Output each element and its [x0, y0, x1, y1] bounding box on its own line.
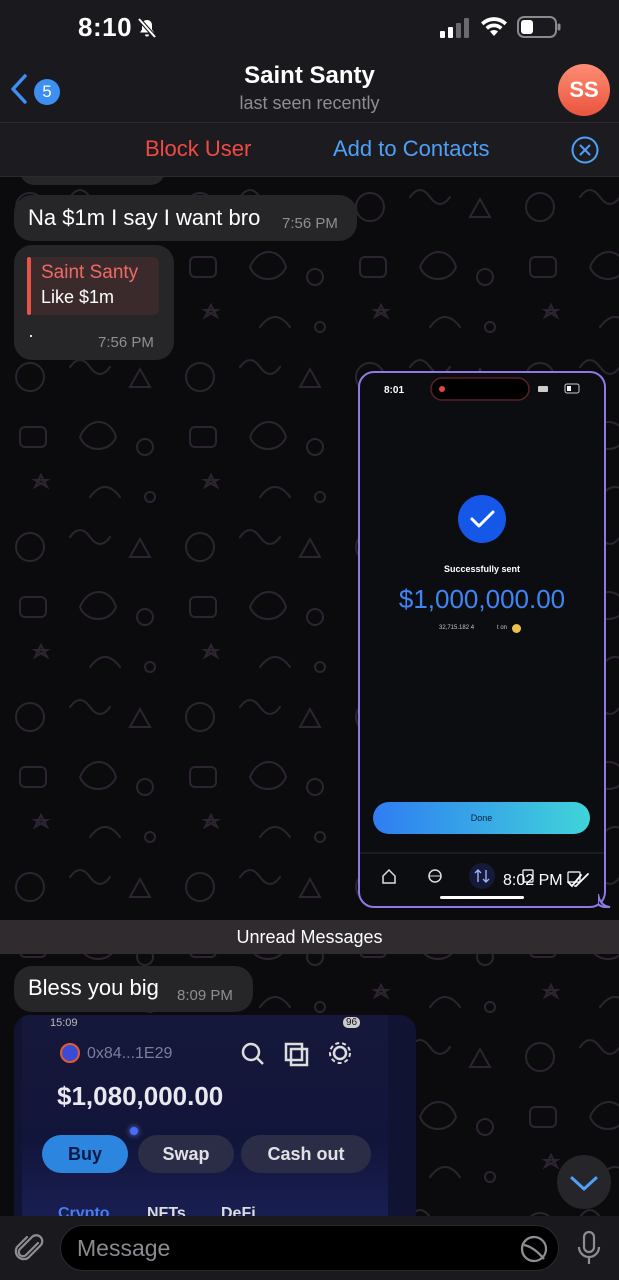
- chat-title[interactable]: Saint Santy: [0, 62, 619, 90]
- scroll-to-bottom-button[interactable]: [557, 1155, 611, 1209]
- chat-header: 5 Saint Santy last seen recently SS: [0, 56, 619, 122]
- done-button: Done: [470, 813, 493, 823]
- message-bubble[interactable]: Na $1m I say I want bro 7:56 PM: [14, 195, 357, 241]
- wallet-toolbar-icons: [241, 1042, 351, 1067]
- transfer-status: Successfully sent: [443, 564, 521, 574]
- wallet-network-icon: [60, 1043, 80, 1063]
- message-composer: [0, 1216, 619, 1280]
- reply-text: Like $1m: [41, 287, 115, 307]
- message-text: Bless you big: [28, 975, 159, 1000]
- chevron-down-icon: [570, 1176, 598, 1191]
- reply-quote[interactable]: Saint Santy Like $1m: [27, 257, 159, 315]
- bubble-tail: [598, 894, 611, 908]
- close-icon[interactable]: [571, 136, 599, 164]
- status-bar: 8:10: [0, 0, 619, 56]
- photo-battery: 96: [343, 1017, 361, 1028]
- wifi-icon: [481, 17, 507, 36]
- read-receipt-icon: [567, 873, 589, 888]
- wallet-balance: $1,080,000.00: [57, 1081, 224, 1111]
- message-text: Na $1m I say I want bro: [28, 205, 261, 230]
- block-user-button[interactable]: Block User: [145, 136, 251, 162]
- message-time: 8:09 PM: [177, 987, 233, 1004]
- wallet-cashout-button: Cash out: [241, 1135, 371, 1173]
- message-input[interactable]: [77, 1226, 497, 1270]
- reply-accent-bar: [27, 257, 31, 315]
- reply-message-bubble[interactable]: Saint Santy Like $1m · 7:56 PM: [14, 245, 174, 360]
- transfer-detail-amount: 32,715.182 4: [439, 625, 475, 631]
- wallet-address: 0x84...1E29: [87, 1045, 173, 1062]
- chat-messages[interactable]: Na $1m I say I want bro 7:56 PM Saint Sa…: [0, 177, 619, 1216]
- wallet-tab-nfts: NFTs: [147, 1205, 186, 1216]
- reply-author: Saint Santy: [41, 262, 139, 283]
- wallet-tab-defi: DeFi: [221, 1205, 256, 1216]
- transfer-amount: $1,000,000.00: [398, 584, 566, 614]
- message-bubble[interactable]: Bless you big 8:09 PM: [14, 966, 253, 1012]
- sticker-icon[interactable]: [520, 1235, 548, 1263]
- unread-messages-divider: Unread Messages: [0, 920, 619, 954]
- status-time: 8:10: [78, 12, 133, 42]
- message-text: ·: [28, 325, 34, 345]
- coin-icon: [512, 624, 521, 633]
- message-time: 7:56 PM: [282, 215, 338, 232]
- paperclip-icon[interactable]: [14, 1231, 46, 1265]
- photo-status-time: 15:09: [50, 1017, 78, 1029]
- add-to-contacts-button[interactable]: Add to Contacts: [333, 136, 490, 162]
- image-message-wallet-photo[interactable]: 15:09 96 0x84...1E29 $1,080,000.00 Buy S…: [14, 1015, 416, 1216]
- screenshot-status-time: 8:01: [384, 385, 405, 396]
- message-time: 7:56 PM: [98, 334, 154, 351]
- contact-action-bar: Block User Add to Contacts: [0, 122, 619, 177]
- battery-icon: [517, 16, 561, 38]
- image-message-transfer-screenshot[interactable]: 8:01 Successfully sent $1,000,000.00 32,…: [358, 371, 606, 908]
- microphone-icon[interactable]: [576, 1230, 602, 1266]
- wallet-swap-button: Swap: [138, 1135, 234, 1173]
- message-time: 8:02 PM: [503, 872, 563, 889]
- cellular-signal-icon: [440, 18, 469, 38]
- light-dot: [130, 1127, 138, 1135]
- chat-subtitle: last seen recently: [239, 93, 380, 113]
- avatar[interactable]: SS: [558, 64, 610, 116]
- message-field[interactable]: [60, 1225, 559, 1271]
- wallet-tab-crypto: Crypto: [58, 1205, 110, 1216]
- bell-slash-icon: [137, 17, 157, 39]
- wallet-buy-button: Buy: [42, 1135, 128, 1173]
- message-bubble-partial: [20, 177, 165, 185]
- transfer-detail-on: t on: [497, 625, 508, 631]
